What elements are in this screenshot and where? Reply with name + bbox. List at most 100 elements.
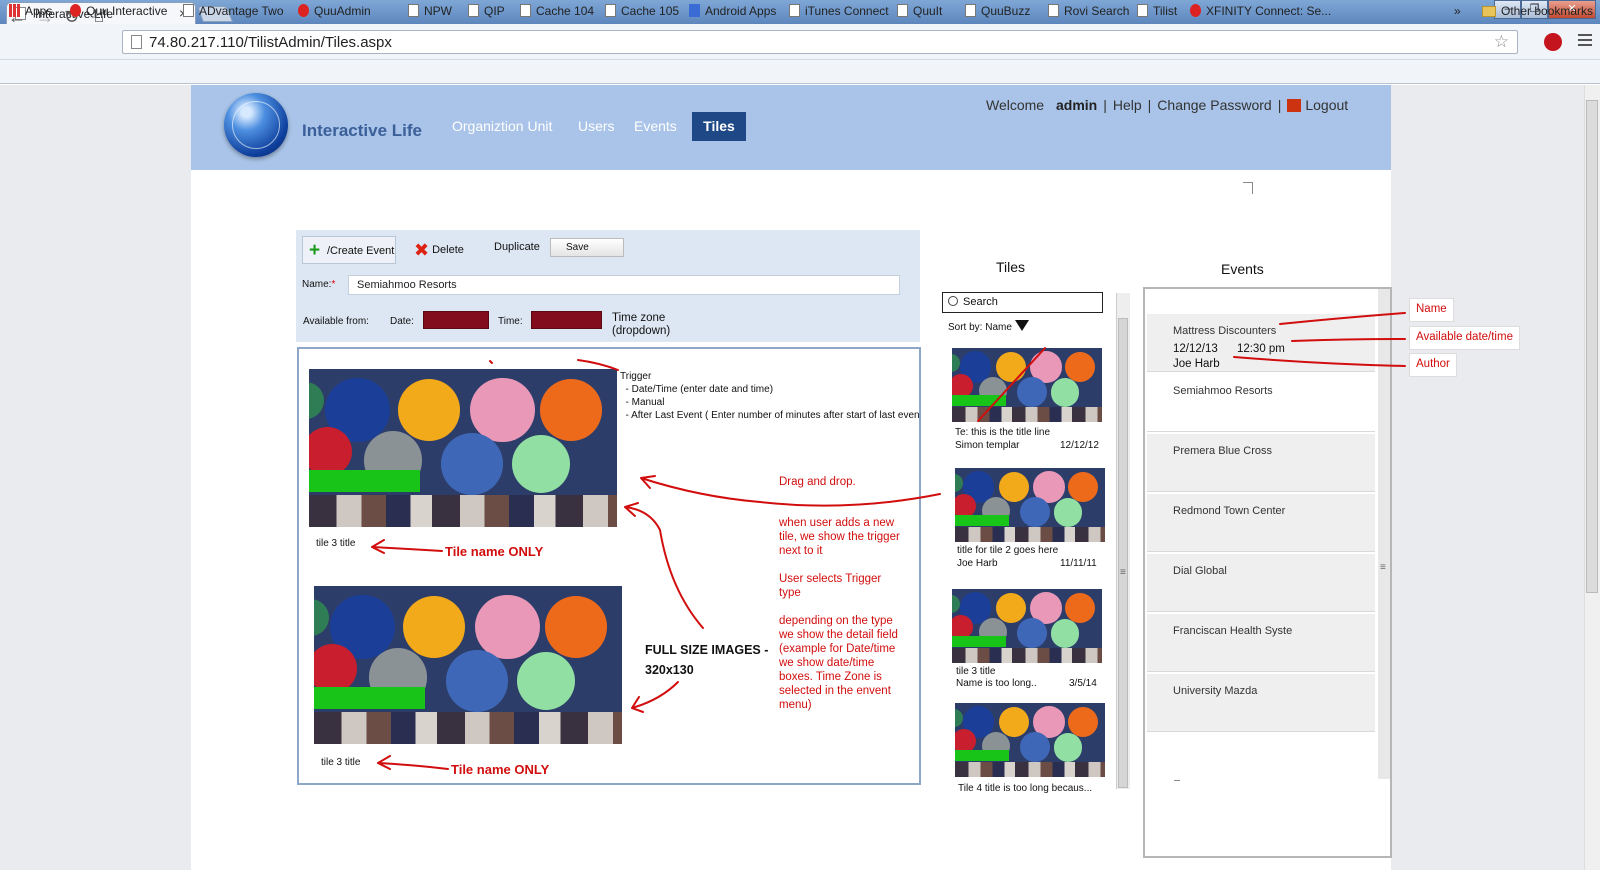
bookmark-item[interactable]: Cache 104 — [520, 4, 594, 18]
event-name: Dial Global — [1173, 565, 1227, 577]
event-item-franciscan-health[interactable]: Franciscan Health Syste — [1147, 614, 1375, 672]
extension-icon[interactable] — [1544, 33, 1562, 51]
event-name: University Mazda — [1173, 685, 1258, 697]
tile-thumbnail-3[interactable] — [952, 589, 1102, 663]
bookmark-item[interactable]: NPW — [408, 4, 452, 18]
tile-thumbnail-1[interactable] — [952, 348, 1102, 422]
bookmark-label: Cache 105 — [621, 4, 680, 18]
event-date: 12/12/13 — [1173, 343, 1218, 355]
name-label: Name:* — [302, 279, 335, 290]
bookmark-item[interactable]: Apps — [9, 4, 52, 18]
logout-link[interactable]: Logout — [1305, 97, 1348, 113]
bookmark-item[interactable]: QuuBuzz — [965, 4, 1030, 18]
bookmark-item[interactable]: Cache 105 — [605, 4, 679, 18]
brand-name: Interactive Life — [302, 121, 422, 140]
save-button[interactable]: Save — [550, 238, 624, 257]
annotation-drag-drop: Drag and drop. — [779, 476, 856, 488]
tile-art-shape — [540, 379, 602, 441]
timezone-dropdown-placeholder[interactable]: Time zone (dropdown) — [612, 312, 702, 338]
user-bar: Welcome admin | Help | Change Password | Logou… — [986, 97, 1349, 113]
bookmark-label: Android Apps — [705, 4, 777, 18]
events-heading: Events — [1221, 261, 1264, 277]
nav-organization-unit[interactable]: Organiztion Unit — [452, 118, 552, 134]
tile-art-shape — [1019, 732, 1050, 763]
event-item-mattress-discounters[interactable]: Mattress Discounters 12/12/13 12:30 pm J… — [1147, 314, 1375, 372]
bookmarks-bar — [0, 60, 1600, 84]
duplicate-button[interactable]: Duplicate — [494, 241, 540, 253]
required-marker: * — [331, 279, 336, 290]
event-item-redmond-town-center[interactable]: Redmond Town Center — [1147, 494, 1375, 552]
available-from-label: Available from: — [303, 316, 369, 327]
page-icon — [131, 35, 142, 49]
tile-art-shape — [995, 593, 1026, 624]
address-bar[interactable]: 74.80.217.110/TilistAdmin/Tiles.aspx ☆ — [122, 30, 1518, 54]
event-author: Joe Harb — [1173, 358, 1220, 370]
events-scroll-grip-icon: ≡ — [1380, 562, 1386, 573]
bookmark-item[interactable]: Rovi Search — [1048, 4, 1129, 18]
annotation-legend-available: Available date/time — [1409, 326, 1520, 350]
folder-icon — [1482, 6, 1496, 17]
event-item-semiahmoo-resorts[interactable]: Semiahmoo Resorts — [1147, 374, 1375, 432]
filter-icon[interactable] — [1015, 320, 1029, 331]
tile-art-shape — [955, 708, 963, 727]
bookmark-item[interactable]: QIP — [468, 4, 505, 18]
menu-icon[interactable] — [1578, 34, 1592, 48]
page-margin-right — [1391, 85, 1584, 870]
tiles-search-input[interactable]: Search — [942, 292, 1103, 313]
bookmark-item[interactable]: XFINITY Connect: Se... — [1190, 4, 1331, 18]
tile-2-title: title for tile 2 goes here — [957, 545, 1059, 556]
tile-art-label-bar — [955, 750, 1009, 761]
tile-4-title: Tile 4 title is too long becaus... — [958, 783, 1093, 794]
bookmark-item[interactable]: Tilist — [1137, 4, 1177, 18]
tile-1-title: Te: this is the title line — [955, 427, 1051, 438]
events-scrollbar[interactable] — [1378, 289, 1390, 779]
trigger-options-note: Trigger - Date/Time (enter date and time… — [620, 371, 920, 421]
bookmarks-overflow[interactable]: » — [1454, 4, 1461, 18]
date-input[interactable] — [423, 311, 489, 329]
date-label: Date: — [390, 316, 414, 327]
bookmark-item[interactable]: Quu Interactive — [70, 4, 167, 18]
event-name: Redmond Town Center — [1173, 505, 1286, 517]
change-password-link[interactable]: Change Password — [1157, 97, 1271, 113]
tile-art-label-bar — [309, 470, 420, 493]
bookmark-label: Quu Interactive — [86, 4, 168, 18]
bookmark-label: Rovi Search — [1064, 4, 1130, 18]
other-bookmarks-label: Other bookmarks — [1501, 4, 1594, 18]
help-link[interactable]: Help — [1113, 97, 1142, 113]
event-item-premera-blue-cross[interactable]: Premera Blue Cross — [1147, 434, 1375, 492]
bookmark-item[interactable]: Android Apps — [689, 4, 776, 18]
event-tile-image-2[interactable] — [314, 586, 622, 744]
bookmark-label: Apps — [25, 4, 53, 18]
tile-thumbnail-4[interactable] — [955, 703, 1105, 777]
page-icon — [605, 4, 616, 17]
tile-art-shape — [1019, 497, 1050, 528]
address-url: 74.80.217.110/TilistAdmin/Tiles.aspx — [149, 34, 392, 51]
event-item-university-mazda[interactable]: University Mazda — [1147, 674, 1375, 732]
nav-events[interactable]: Events — [634, 118, 677, 134]
tile-thumbnail-2[interactable] — [955, 468, 1105, 542]
time-input[interactable] — [531, 311, 602, 329]
event-tile-image-1[interactable] — [309, 369, 617, 527]
star-icon[interactable]: ☆ — [1494, 32, 1509, 52]
tile-art-shape — [1016, 377, 1047, 408]
other-bookmarks[interactable]: Other bookmarks — [1482, 4, 1593, 18]
globe-logo-icon — [224, 93, 288, 157]
apple-icon — [789, 4, 800, 17]
tiles-scrollbar-thumb[interactable] — [1118, 318, 1128, 788]
create-event-button[interactable]: + /Create Event — [302, 236, 396, 264]
tile-3-title: tile 3 title — [956, 666, 996, 677]
bookmark-item[interactable]: QuuAdmin — [298, 4, 371, 18]
tile-art-label-bar — [314, 687, 425, 710]
tile-art-shape — [398, 379, 460, 441]
bookmark-item[interactable]: QuuIt — [897, 4, 942, 18]
delete-label: Delete — [432, 244, 464, 256]
nav-tiles[interactable]: Tiles — [692, 112, 746, 141]
event-item-dial-global[interactable]: Dial Global — [1147, 554, 1375, 612]
bookmark-item[interactable]: iTunes Connect — [789, 4, 889, 18]
nav-users[interactable]: Users — [578, 118, 615, 134]
tile-art-footer — [309, 495, 617, 527]
page-scrollbar-thumb[interactable] — [1586, 100, 1598, 593]
event-name-input[interactable]: Semiahmoo Resorts — [348, 275, 900, 295]
bookmark-item[interactable]: ADvantage Two — [183, 4, 284, 18]
delete-button[interactable]: ✖ Delete — [414, 240, 464, 261]
